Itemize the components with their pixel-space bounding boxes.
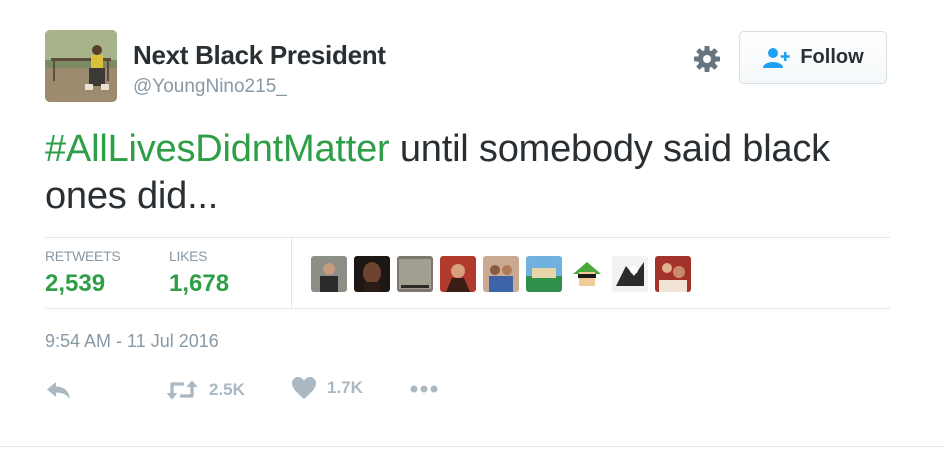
- liker-avatar[interactable]: [354, 256, 390, 292]
- retweets-label: RETWEETS: [45, 248, 121, 264]
- liker-avatar[interactable]: [612, 256, 648, 292]
- liker-avatar[interactable]: [440, 256, 476, 292]
- reply-button[interactable]: [45, 376, 73, 404]
- gear-icon[interactable]: [692, 44, 722, 74]
- likes-value: 1,678: [169, 270, 230, 297]
- follow-label: Follow: [800, 46, 864, 68]
- heart-icon: [291, 376, 317, 400]
- user-handle[interactable]: @YoungNino215_: [133, 76, 287, 98]
- liker-avatars: [311, 256, 691, 292]
- tweet-timestamp[interactable]: 9:54 AM - 11 Jul 2016: [45, 331, 219, 352]
- bottom-divider: [0, 446, 943, 447]
- likes-label: LIKES: [169, 248, 208, 264]
- tweet-text: #AllLivesDidntMatter until somebody said…: [45, 126, 905, 220]
- avatar[interactable]: [45, 30, 117, 102]
- retweet-button[interactable]: 2.5K: [165, 376, 245, 404]
- liker-avatar[interactable]: [655, 256, 691, 292]
- liker-avatar[interactable]: [526, 256, 562, 292]
- like-count: 1.7K: [327, 378, 363, 397]
- more-button[interactable]: [409, 376, 439, 402]
- liker-avatar[interactable]: [397, 256, 433, 292]
- retweets-stat[interactable]: RETWEETS 2,539: [45, 248, 121, 298]
- display-name[interactable]: Next Black President: [133, 40, 386, 71]
- liker-avatar[interactable]: [311, 256, 347, 292]
- reply-icon: [45, 376, 73, 404]
- retweet-count: 2.5K: [209, 380, 245, 399]
- tweet-stats: RETWEETS 2,539 LIKES 1,678: [45, 237, 890, 309]
- follow-user-icon: [762, 47, 792, 69]
- liker-avatar[interactable]: [569, 256, 605, 292]
- retweet-icon: [165, 376, 199, 404]
- stats-divider: [291, 238, 292, 308]
- follow-button[interactable]: Follow: [739, 31, 887, 84]
- likes-stat[interactable]: LIKES 1,678: [169, 248, 229, 298]
- retweets-value: 2,539: [45, 270, 106, 297]
- more-icon: [409, 376, 439, 402]
- hashtag-link[interactable]: #AllLivesDidntMatter: [45, 128, 390, 170]
- liker-avatar[interactable]: [483, 256, 519, 292]
- like-button[interactable]: 1.7K: [291, 376, 363, 400]
